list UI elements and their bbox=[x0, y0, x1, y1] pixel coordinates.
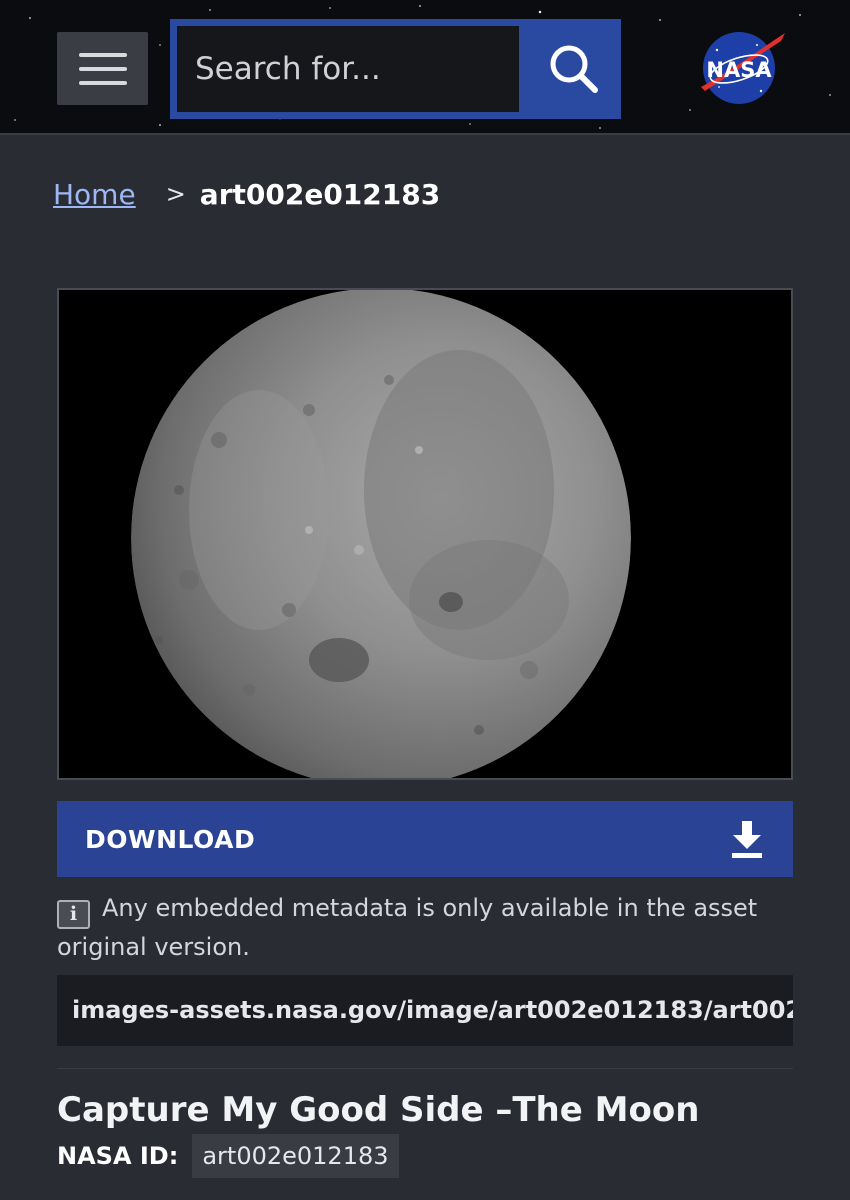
breadcrumb-home-link[interactable]: Home bbox=[53, 178, 136, 211]
menu-bar bbox=[79, 67, 127, 71]
metadata-note: i Any embedded metadata is only available… bbox=[57, 890, 793, 966]
hamburger-menu-icon[interactable] bbox=[57, 32, 148, 105]
download-icon bbox=[732, 821, 762, 858]
search-icon bbox=[550, 45, 598, 93]
breadcrumb: Home > art002e012183 bbox=[53, 172, 440, 216]
metadata-note-text: Any embedded metadata is only available … bbox=[57, 894, 758, 961]
logo-text: NASA bbox=[706, 58, 772, 82]
search-input[interactable] bbox=[177, 26, 519, 112]
moon-image bbox=[59, 290, 791, 778]
asset-title: Capture My Good Side –The Moon bbox=[57, 1090, 700, 1130]
info-icon: i bbox=[57, 900, 90, 929]
nasa-id-value: art002e012183 bbox=[192, 1134, 399, 1178]
menu-bar bbox=[79, 81, 127, 85]
nasa-logo[interactable]: NASA bbox=[697, 25, 787, 107]
site-header: NASA bbox=[0, 0, 850, 135]
divider bbox=[57, 1068, 793, 1069]
asset-url-field[interactable]: images-assets.nasa.gov/image/art002e0121… bbox=[57, 975, 793, 1046]
download-button[interactable]: DOWNLOAD bbox=[57, 801, 793, 877]
breadcrumb-separator: > bbox=[165, 180, 186, 208]
search-bar bbox=[170, 19, 621, 119]
breadcrumb-current: art002e012183 bbox=[199, 177, 441, 211]
menu-bar bbox=[79, 53, 127, 57]
nasa-id-row: NASA ID: art002e012183 bbox=[57, 1133, 399, 1179]
download-label: DOWNLOAD bbox=[85, 824, 256, 854]
asset-image[interactable] bbox=[57, 288, 793, 780]
search-button[interactable] bbox=[526, 19, 621, 119]
nasa-id-label: NASA ID: bbox=[57, 1142, 179, 1170]
